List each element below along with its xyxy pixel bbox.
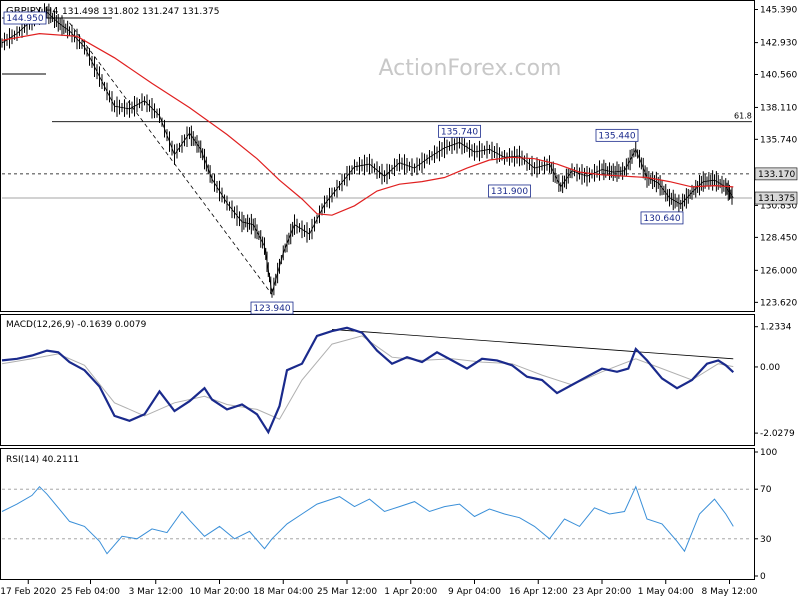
macd-y-axis: 1.2334 0.00 -2.0279: [754, 323, 795, 439]
x-tick-label: 1 May 04:00: [638, 587, 694, 597]
price-y-tick-label: 135.740: [760, 135, 797, 145]
x-tick-label: 23 Apr 20:00: [573, 587, 632, 597]
x-tick-label: 9 Apr 04:00: [448, 587, 501, 597]
x-tick-label: 3 Mar 12:00: [129, 587, 184, 597]
price-y-tick-label: 142.930: [760, 39, 797, 49]
rsi-y-tick-label: 100: [760, 448, 777, 458]
price-annotation-label: 130.640: [643, 214, 680, 224]
price-y-tick-label: 126.000: [760, 266, 797, 276]
rsi-panel-frame: [0, 448, 755, 580]
x-tick-label: 8 May 12:00: [702, 587, 758, 597]
price-y-tick-label: 145.390: [760, 6, 797, 16]
x-axis: 17 Feb 2020 25 Feb 04:00 3 Mar 12:00 10 Mar…: [0, 580, 758, 597]
rsi-y-tick-label: 30: [760, 535, 772, 545]
price-marker-label: 133.170: [758, 170, 795, 180]
price-annotation-label: 144.950: [6, 14, 43, 24]
watermark: ActionForex.com: [379, 56, 562, 81]
macd-y-tick-label: 1.2334: [760, 323, 792, 333]
x-tick-label: 25 Feb 04:00: [61, 587, 120, 597]
price-annotation-label: 135.740: [441, 127, 478, 137]
x-tick-label: 16 Apr 12:00: [509, 587, 568, 597]
x-tick-label: 25 Mar 12:00: [317, 587, 377, 597]
price-panel-frame: [0, 0, 755, 312]
price-annotation-label: 135.440: [598, 131, 635, 141]
rsi-y-tick-label: 0: [760, 572, 766, 582]
price-y-tick-label: 138.110: [760, 103, 797, 113]
macd-panel-title: MACD(12,26,9) -0.1639 0.0079: [6, 320, 147, 330]
rsi-panel-title: RSI(14) 40.2111: [6, 455, 79, 465]
x-tick-label: 1 Apr 20:00: [384, 587, 437, 597]
price-y-axis: 145.390 142.930 140.560 138.110 135.740 133.1…: [754, 6, 797, 308]
price-y-tick-label: 123.620: [760, 298, 797, 308]
fib-level-label: 61.8: [734, 112, 752, 121]
price-marker-label: 131.375: [758, 194, 795, 204]
macd-y-tick-label: 0.00: [760, 363, 780, 373]
chart-canvas: ActionForex.com GBPJPY,H4 131.498 131.80…: [0, 0, 797, 597]
x-tick-label: 17 Feb 2020: [0, 587, 56, 597]
rsi-y-tick-label: 70: [760, 485, 772, 495]
price-y-tick-label: 140.560: [760, 70, 797, 80]
macd-y-tick-label: -2.0279: [760, 429, 795, 439]
x-tick-label: 10 Mar 20:00: [189, 587, 249, 597]
ohlc-header: 131.498 131.802 131.247 131.375: [62, 7, 219, 17]
price-annotation-label: 131.900: [491, 187, 528, 197]
price-y-tick-label: 128.450: [760, 233, 797, 243]
x-tick-label: 18 Mar 04:00: [253, 587, 313, 597]
price-annotation-label: 123.940: [253, 304, 290, 314]
rsi-y-axis: 100 70 30 0: [754, 448, 777, 582]
macd-panel-frame: [0, 314, 755, 446]
